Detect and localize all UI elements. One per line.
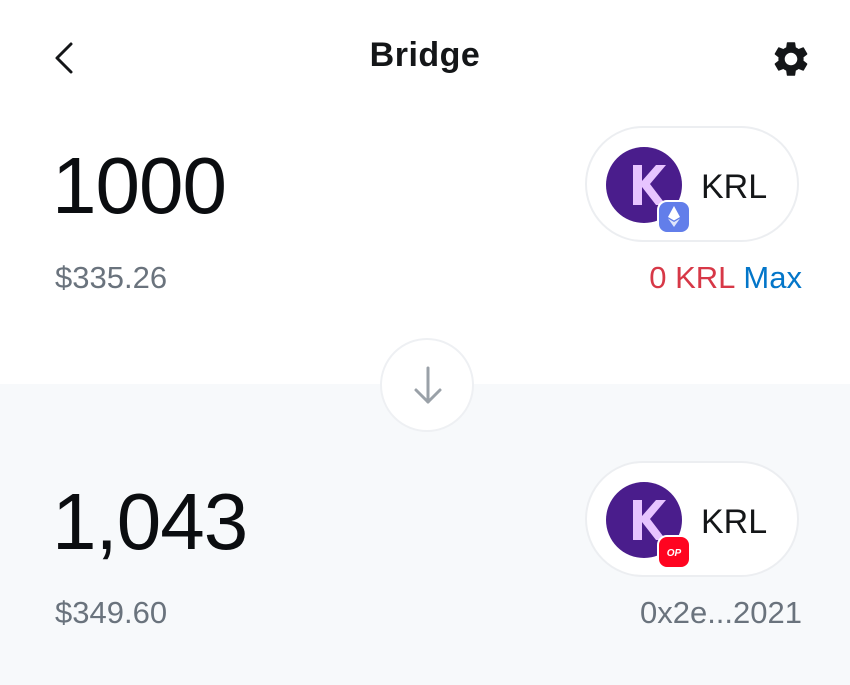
optimism-icon: OP xyxy=(657,535,691,569)
max-button[interactable]: Max xyxy=(743,260,802,295)
destination-fiat-value: $349.60 xyxy=(55,595,168,630)
destination-address[interactable]: 0x2e...2021 xyxy=(640,595,802,631)
gear-icon xyxy=(774,42,808,76)
source-balance: 0 KRL xyxy=(649,260,736,295)
settings-button[interactable] xyxy=(770,38,812,80)
ethereum-icon xyxy=(657,200,691,234)
destination-amount: 1,043 xyxy=(52,477,248,566)
destination-token-selector[interactable]: OP KRL xyxy=(585,461,799,577)
source-amount-input[interactable]: 1000 xyxy=(52,140,227,232)
arrow-down-icon xyxy=(414,366,442,404)
destination-token-symbol: KRL xyxy=(701,503,768,541)
optimism-badge-text: OP xyxy=(667,548,682,559)
source-balance-row: 0 KRL Max xyxy=(649,260,802,296)
source-token-symbol: KRL xyxy=(701,168,768,206)
source-token-selector[interactable]: KRL xyxy=(585,126,799,242)
page-title: Bridge xyxy=(369,36,481,74)
source-fiat-value: $335.26 xyxy=(55,260,168,295)
switch-tokens-button[interactable] xyxy=(380,338,474,432)
